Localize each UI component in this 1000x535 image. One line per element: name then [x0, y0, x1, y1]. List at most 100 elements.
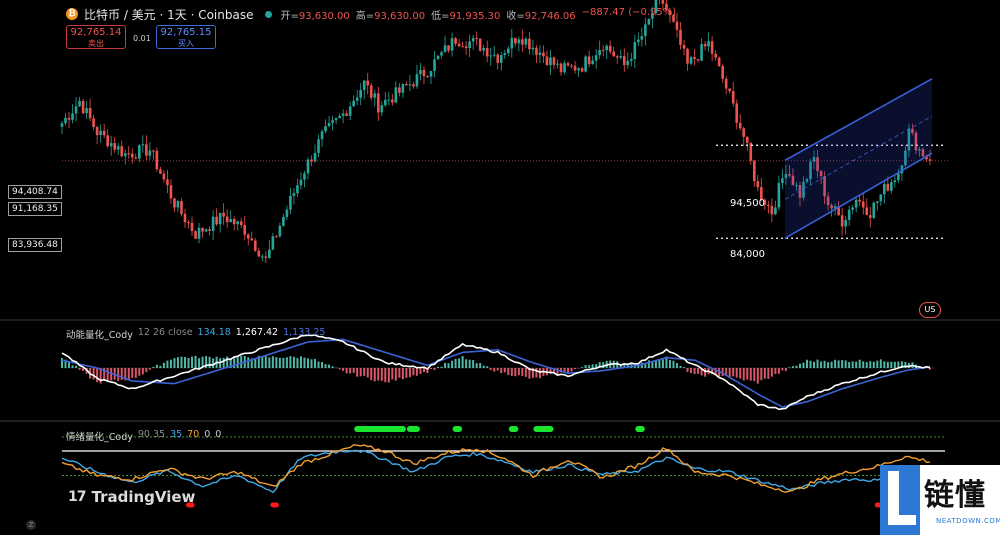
emotion-slow-line: [61, 449, 931, 494]
symbol-title[interactable]: 比特币 / 美元 · 1天 · Coinbase: [84, 6, 253, 23]
momentum-bar: [514, 368, 517, 377]
momentum-bar: [806, 359, 809, 368]
momentum-bar: [429, 368, 432, 370]
momentum-bar: [538, 368, 541, 379]
momentum-bar: [500, 368, 503, 374]
candle: [844, 219, 847, 227]
momentum-bar: [373, 368, 376, 382]
candle: [415, 74, 419, 87]
candle: [120, 146, 124, 157]
momentum-bar: [693, 368, 696, 375]
candle: [745, 136, 749, 143]
momentum-bar: [148, 368, 151, 370]
momentum-bar: [419, 368, 422, 374]
candle: [514, 37, 517, 44]
momentum-bar: [784, 368, 787, 371]
candle: [552, 57, 556, 65]
candle: [640, 36, 644, 40]
momentum-bar: [798, 363, 801, 368]
candle: [130, 153, 134, 158]
candle: [261, 256, 264, 258]
us-flag-icon[interactable]: US: [919, 302, 941, 318]
candle: [278, 225, 282, 237]
momentum-indicator-params: 12 26 close: [137, 327, 193, 338]
candle: [303, 173, 306, 180]
candle: [506, 48, 510, 54]
momentum-bar: [212, 358, 215, 368]
buy-button[interactable]: 92,765.15 买入: [156, 25, 216, 49]
candle: [222, 212, 225, 217]
candle: [341, 113, 345, 116]
candle: [348, 106, 352, 116]
momentum-bar: [247, 357, 250, 368]
momentum-bar: [138, 368, 141, 376]
candle: [566, 63, 570, 66]
candle: [391, 99, 394, 103]
candle: [626, 60, 630, 66]
momentum-bar: [591, 364, 594, 368]
candle: [373, 93, 377, 98]
candle: [408, 84, 412, 86]
candle: [478, 38, 482, 51]
level-label-upper: 94,500: [730, 198, 765, 209]
candle: [601, 49, 605, 51]
momentum-bar: [296, 358, 299, 368]
candle: [868, 215, 872, 218]
candle: [225, 216, 229, 223]
sell-button[interactable]: 92,765.14 卖出: [66, 25, 126, 49]
momentum-bar: [869, 361, 872, 368]
momentum-bar: [472, 360, 475, 368]
candle: [433, 59, 436, 72]
candle: [92, 118, 95, 128]
candle: [74, 106, 78, 114]
momentum-bar: [398, 368, 401, 378]
momentum-bar: [387, 368, 390, 383]
candle: [468, 41, 471, 49]
momentum-bar: [391, 368, 394, 380]
momentum-bar: [770, 368, 773, 377]
momentum-bar: [690, 368, 693, 374]
candle: [594, 55, 598, 61]
momentum-bar: [271, 356, 274, 368]
momentum-bar: [581, 367, 584, 368]
candle: [503, 53, 507, 56]
candle: [675, 21, 679, 30]
momentum-indicator-name: 动能量化_Cody: [66, 330, 133, 341]
candle: [419, 69, 422, 75]
candle: [492, 54, 496, 56]
momentum-slow-line: [61, 338, 931, 408]
candle: [239, 221, 243, 226]
momentum-bar: [781, 368, 784, 371]
candle: [570, 65, 573, 67]
candle: [535, 47, 538, 55]
emotion-indicator-legend[interactable]: 情绪量化_Cody 90 35 35 70 0 0: [66, 429, 221, 443]
candle: [573, 65, 577, 71]
candle: [243, 225, 247, 235]
price-chart[interactable]: [0, 0, 1000, 535]
candle: [141, 144, 145, 146]
momentum-bar: [742, 368, 745, 381]
momentum-fast-line: [61, 334, 931, 411]
momentum-bar: [658, 359, 661, 368]
tradingview-logo: 17 TradingView: [68, 488, 195, 506]
candle: [81, 100, 85, 114]
momentum-indicator-legend[interactable]: 动能量化_Cody 12 26 close 134.18 1,267.42 1,…: [66, 327, 325, 341]
momentum-bar: [475, 363, 478, 368]
candle: [528, 38, 531, 50]
tradingview-wordmark: TradingView: [91, 488, 196, 506]
momentum-bar: [356, 368, 359, 377]
momentum-value-3: 1,133.25: [283, 327, 326, 338]
zoom-icon[interactable]: Z: [26, 520, 36, 530]
momentum-bar: [507, 368, 510, 375]
momentum-bar: [289, 355, 292, 368]
candle: [422, 69, 426, 77]
candle: [78, 100, 81, 107]
close-value: 92,746.06: [524, 10, 576, 22]
candle: [682, 45, 686, 49]
candle: [840, 215, 844, 227]
momentum-bar: [862, 361, 865, 368]
candle: [883, 183, 886, 195]
momentum-bar: [306, 358, 309, 368]
momentum-bar: [335, 367, 338, 369]
candle: [109, 143, 113, 147]
